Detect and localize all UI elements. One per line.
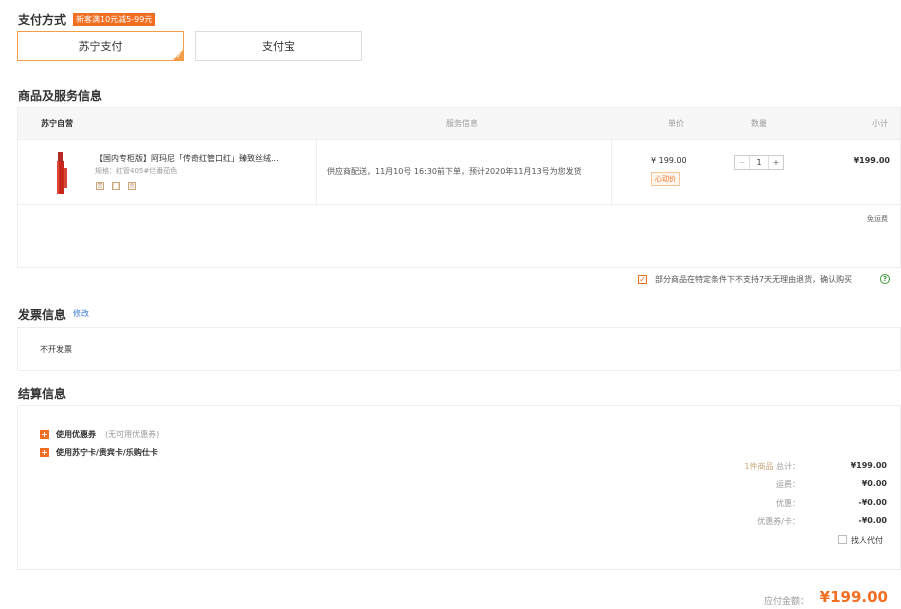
quantity-stepper: − 1 + — [734, 155, 784, 170]
proxy-pay-label: 找人代付 — [851, 536, 883, 545]
proxy-pay-checkbox[interactable] — [838, 535, 847, 544]
help-icon[interactable]: ? — [880, 274, 890, 284]
header-service: 服务信息 — [446, 119, 478, 128]
header-qty: 数量 — [751, 119, 767, 128]
summary-label: 1件商品 总计： — [744, 462, 800, 471]
header-subtotal: 小计 — [872, 119, 888, 128]
product-thumbnail[interactable] — [56, 152, 68, 194]
expand-plus-icon[interactable]: + — [40, 430, 49, 439]
summary-total-value: ¥199.00 — [850, 461, 887, 470]
return-agree-checkbox[interactable] — [638, 275, 647, 284]
delivery-info: 供应商配送，11月10号 16:30前下单，预计2020年11月13号为您发货 — [327, 167, 582, 176]
summary-coupon-value: -¥0.00 — [858, 516, 887, 525]
price-tag-badge: 心动价 — [651, 172, 680, 186]
lipstick-icon — [57, 152, 67, 194]
qty-input[interactable]: 1 — [749, 156, 769, 169]
payment-section-title: 支付方式 — [18, 13, 67, 27]
qty-minus-button[interactable]: − — [735, 156, 749, 169]
total-amount: ¥199.00 — [819, 588, 888, 606]
goods-table: 苏宁自营 服务信息 单价 数量 小计 【国内专柜版】阿玛尼「传奇红管口红」臻致丝… — [17, 107, 901, 268]
service-tag-icon: 票 — [128, 182, 136, 190]
item-subtotal: ¥199.00 — [853, 156, 890, 165]
summary-label: 运费： — [776, 480, 800, 489]
summary-discount-value: -¥0.00 — [858, 498, 887, 507]
expand-plus-icon[interactable]: + — [40, 448, 49, 457]
item-count: 1件商品 — [744, 462, 774, 471]
service-tag-icon: 贵 — [96, 182, 104, 190]
card-toggle[interactable]: 使用苏宁卡/贵宾卡/乐购仕卡 — [56, 447, 158, 458]
product-name-link[interactable]: 【国内专柜版】阿玛尼「传奇红管口红」臻致丝绒... — [95, 153, 305, 164]
unit-price: ¥ 199.00 — [651, 156, 687, 165]
store-name: 苏宁自营 — [41, 119, 73, 128]
check-icon: ✓ — [176, 52, 182, 60]
invoice-edit-link[interactable]: 修改 — [73, 308, 89, 319]
pay-method-label: 支付宝 — [262, 40, 295, 53]
header-price: 单价 — [668, 119, 684, 128]
settlement-box: + 使用优惠券 (无可用优惠券) + 使用苏宁卡/贵宾卡/乐购仕卡 1件商品 总… — [17, 405, 901, 570]
pay-method-label: 苏宁支付 — [78, 40, 123, 53]
settlement-section-title: 结算信息 — [18, 387, 67, 401]
pay-method-suning[interactable]: 苏宁支付 ✓ — [17, 31, 184, 61]
invoice-value: 不开发票 — [40, 345, 72, 354]
summary-shipping-value: ¥0.00 — [861, 479, 887, 488]
table-row: 【国内专柜版】阿玛尼「传奇红管口红」臻致丝绒... 规格：红管405#烂番茄色 … — [18, 140, 900, 205]
product-spec: 规格：红管405#烂番茄色 — [95, 167, 178, 175]
summary-label: 优惠： — [776, 499, 800, 508]
new-customer-promo-badge: 新客满10元减5-99元 — [73, 13, 156, 26]
total-label: 应付金额： — [764, 597, 810, 607]
return-notice-text: 部分商品在特定条件下不支持7天无理由退货，确认购买 — [655, 275, 853, 284]
invoice-box: 不开发票 — [17, 327, 901, 371]
qty-plus-button[interactable]: + — [769, 156, 783, 169]
invoice-section-title: 发票信息 — [18, 308, 67, 322]
summary-label: 优惠券/卡： — [757, 517, 800, 526]
coupon-toggle[interactable]: 使用优惠券 — [56, 429, 96, 440]
goods-section-title: 商品及服务信息 — [18, 89, 103, 103]
service-tag-icon: 门 — [112, 182, 120, 190]
goods-table-header: 苏宁自营 服务信息 单价 数量 小计 — [18, 108, 900, 140]
pay-method-alipay[interactable]: 支付宝 — [195, 31, 362, 61]
shipping-fee: 免运费 — [867, 215, 888, 223]
column-divider — [611, 140, 612, 204]
column-divider — [316, 140, 317, 204]
coupon-note: (无可用优惠券) — [105, 430, 160, 439]
